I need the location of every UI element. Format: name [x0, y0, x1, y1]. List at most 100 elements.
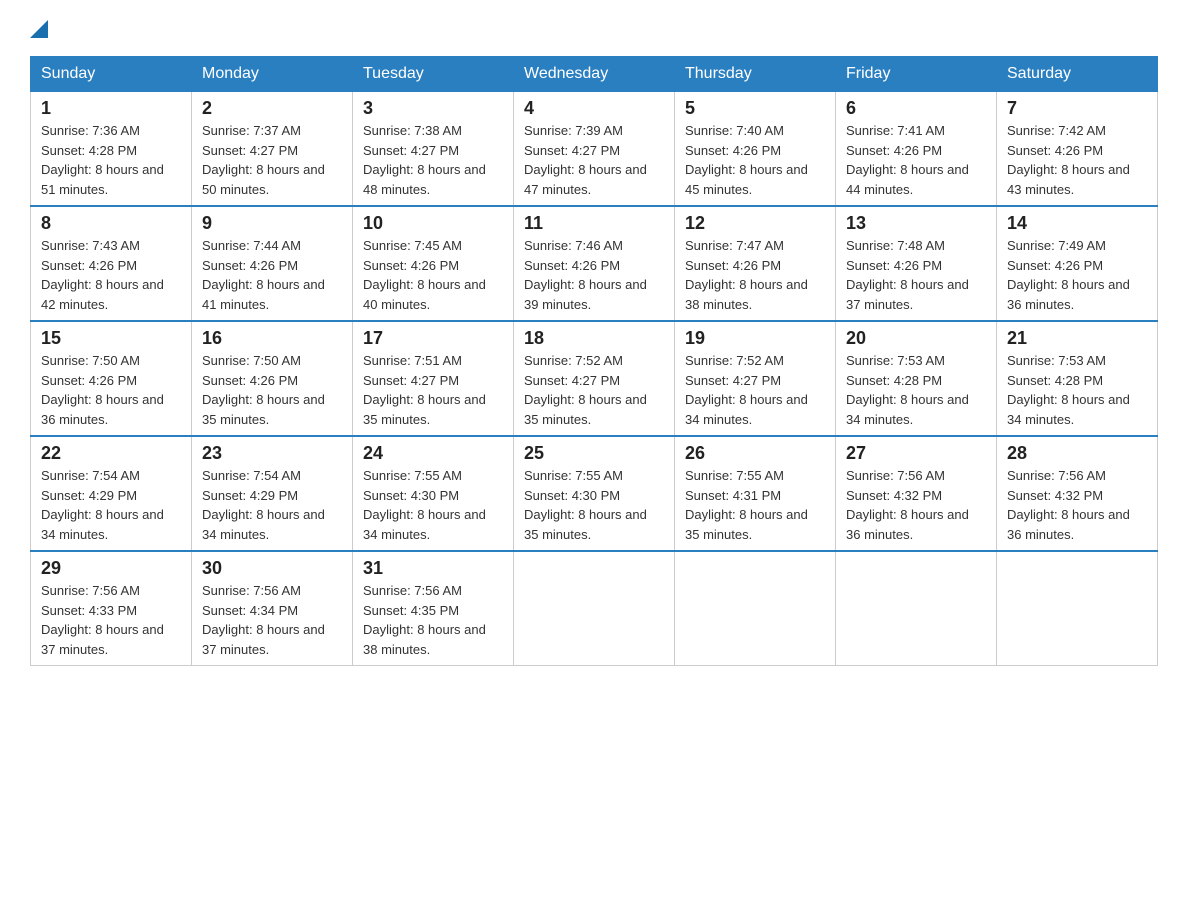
- sunrise-label: Sunrise: 7:46 AM: [524, 238, 623, 253]
- calendar-day-cell: 12 Sunrise: 7:47 AM Sunset: 4:26 PM Dayl…: [675, 206, 836, 321]
- daylight-label: Daylight: 8 hours and 51 minutes.: [41, 162, 164, 197]
- day-number: 4: [524, 98, 664, 119]
- day-number: 6: [846, 98, 986, 119]
- calendar-day-cell: 26 Sunrise: 7:55 AM Sunset: 4:31 PM Dayl…: [675, 436, 836, 551]
- sunset-label: Sunset: 4:29 PM: [202, 488, 298, 503]
- sunrise-label: Sunrise: 7:39 AM: [524, 123, 623, 138]
- calendar-week-row: 15 Sunrise: 7:50 AM Sunset: 4:26 PM Dayl…: [31, 321, 1158, 436]
- daylight-label: Daylight: 8 hours and 34 minutes.: [202, 507, 325, 542]
- day-number: 15: [41, 328, 181, 349]
- sunrise-label: Sunrise: 7:50 AM: [202, 353, 301, 368]
- daylight-label: Daylight: 8 hours and 34 minutes.: [363, 507, 486, 542]
- daylight-label: Daylight: 8 hours and 35 minutes.: [363, 392, 486, 427]
- sunrise-label: Sunrise: 7:41 AM: [846, 123, 945, 138]
- calendar-day-cell: 3 Sunrise: 7:38 AM Sunset: 4:27 PM Dayli…: [353, 92, 514, 207]
- daylight-label: Daylight: 8 hours and 45 minutes.: [685, 162, 808, 197]
- calendar-day-cell: 4 Sunrise: 7:39 AM Sunset: 4:27 PM Dayli…: [514, 92, 675, 207]
- sunrise-label: Sunrise: 7:54 AM: [202, 468, 301, 483]
- weekday-header-saturday: Saturday: [997, 57, 1158, 92]
- day-number: 13: [846, 213, 986, 234]
- calendar-day-cell: 28 Sunrise: 7:56 AM Sunset: 4:32 PM Dayl…: [997, 436, 1158, 551]
- day-number: 17: [363, 328, 503, 349]
- day-info: Sunrise: 7:44 AM Sunset: 4:26 PM Dayligh…: [202, 236, 342, 314]
- sunset-label: Sunset: 4:31 PM: [685, 488, 781, 503]
- day-number: 21: [1007, 328, 1147, 349]
- sunset-label: Sunset: 4:30 PM: [524, 488, 620, 503]
- calendar-day-cell: 18 Sunrise: 7:52 AM Sunset: 4:27 PM Dayl…: [514, 321, 675, 436]
- sunrise-label: Sunrise: 7:47 AM: [685, 238, 784, 253]
- calendar-day-cell: 10 Sunrise: 7:45 AM Sunset: 4:26 PM Dayl…: [353, 206, 514, 321]
- daylight-label: Daylight: 8 hours and 35 minutes.: [685, 507, 808, 542]
- daylight-label: Daylight: 8 hours and 34 minutes.: [846, 392, 969, 427]
- logo-arrow-icon: [30, 20, 48, 38]
- weekday-header-wednesday: Wednesday: [514, 57, 675, 92]
- sunrise-label: Sunrise: 7:56 AM: [846, 468, 945, 483]
- daylight-label: Daylight: 8 hours and 37 minutes.: [202, 622, 325, 657]
- daylight-label: Daylight: 8 hours and 38 minutes.: [685, 277, 808, 312]
- day-info: Sunrise: 7:52 AM Sunset: 4:27 PM Dayligh…: [685, 351, 825, 429]
- sunrise-label: Sunrise: 7:38 AM: [363, 123, 462, 138]
- day-info: Sunrise: 7:56 AM Sunset: 4:32 PM Dayligh…: [1007, 466, 1147, 544]
- daylight-label: Daylight: 8 hours and 35 minutes.: [524, 507, 647, 542]
- calendar-day-cell: 30 Sunrise: 7:56 AM Sunset: 4:34 PM Dayl…: [192, 551, 353, 666]
- daylight-label: Daylight: 8 hours and 37 minutes.: [846, 277, 969, 312]
- sunset-label: Sunset: 4:35 PM: [363, 603, 459, 618]
- sunrise-label: Sunrise: 7:50 AM: [41, 353, 140, 368]
- day-number: 29: [41, 558, 181, 579]
- sunrise-label: Sunrise: 7:40 AM: [685, 123, 784, 138]
- day-info: Sunrise: 7:55 AM Sunset: 4:30 PM Dayligh…: [524, 466, 664, 544]
- sunrise-label: Sunrise: 7:37 AM: [202, 123, 301, 138]
- sunrise-label: Sunrise: 7:49 AM: [1007, 238, 1106, 253]
- sunset-label: Sunset: 4:28 PM: [1007, 373, 1103, 388]
- day-info: Sunrise: 7:48 AM Sunset: 4:26 PM Dayligh…: [846, 236, 986, 314]
- daylight-label: Daylight: 8 hours and 34 minutes.: [41, 507, 164, 542]
- day-info: Sunrise: 7:39 AM Sunset: 4:27 PM Dayligh…: [524, 121, 664, 199]
- sunset-label: Sunset: 4:28 PM: [846, 373, 942, 388]
- sunrise-label: Sunrise: 7:43 AM: [41, 238, 140, 253]
- sunrise-label: Sunrise: 7:55 AM: [363, 468, 462, 483]
- day-info: Sunrise: 7:45 AM Sunset: 4:26 PM Dayligh…: [363, 236, 503, 314]
- sunrise-label: Sunrise: 7:51 AM: [363, 353, 462, 368]
- day-info: Sunrise: 7:52 AM Sunset: 4:27 PM Dayligh…: [524, 351, 664, 429]
- day-info: Sunrise: 7:36 AM Sunset: 4:28 PM Dayligh…: [41, 121, 181, 199]
- sunset-label: Sunset: 4:26 PM: [685, 143, 781, 158]
- daylight-label: Daylight: 8 hours and 36 minutes.: [1007, 507, 1130, 542]
- day-info: Sunrise: 7:53 AM Sunset: 4:28 PM Dayligh…: [1007, 351, 1147, 429]
- daylight-label: Daylight: 8 hours and 48 minutes.: [363, 162, 486, 197]
- calendar-day-cell: 7 Sunrise: 7:42 AM Sunset: 4:26 PM Dayli…: [997, 92, 1158, 207]
- calendar-day-cell: 8 Sunrise: 7:43 AM Sunset: 4:26 PM Dayli…: [31, 206, 192, 321]
- calendar-week-row: 29 Sunrise: 7:56 AM Sunset: 4:33 PM Dayl…: [31, 551, 1158, 666]
- sunrise-label: Sunrise: 7:54 AM: [41, 468, 140, 483]
- sunset-label: Sunset: 4:26 PM: [846, 143, 942, 158]
- day-number: 3: [363, 98, 503, 119]
- day-info: Sunrise: 7:54 AM Sunset: 4:29 PM Dayligh…: [202, 466, 342, 544]
- calendar-day-cell: [514, 551, 675, 666]
- sunset-label: Sunset: 4:26 PM: [41, 258, 137, 273]
- weekday-header-monday: Monday: [192, 57, 353, 92]
- day-number: 31: [363, 558, 503, 579]
- calendar-week-row: 22 Sunrise: 7:54 AM Sunset: 4:29 PM Dayl…: [31, 436, 1158, 551]
- sunrise-label: Sunrise: 7:44 AM: [202, 238, 301, 253]
- day-info: Sunrise: 7:41 AM Sunset: 4:26 PM Dayligh…: [846, 121, 986, 199]
- day-number: 23: [202, 443, 342, 464]
- daylight-label: Daylight: 8 hours and 40 minutes.: [363, 277, 486, 312]
- sunset-label: Sunset: 4:26 PM: [1007, 143, 1103, 158]
- day-info: Sunrise: 7:53 AM Sunset: 4:28 PM Dayligh…: [846, 351, 986, 429]
- calendar-week-row: 8 Sunrise: 7:43 AM Sunset: 4:26 PM Dayli…: [31, 206, 1158, 321]
- day-info: Sunrise: 7:56 AM Sunset: 4:35 PM Dayligh…: [363, 581, 503, 659]
- sunrise-label: Sunrise: 7:36 AM: [41, 123, 140, 138]
- day-info: Sunrise: 7:43 AM Sunset: 4:26 PM Dayligh…: [41, 236, 181, 314]
- sunrise-label: Sunrise: 7:56 AM: [1007, 468, 1106, 483]
- sunset-label: Sunset: 4:28 PM: [41, 143, 137, 158]
- sunrise-label: Sunrise: 7:52 AM: [685, 353, 784, 368]
- daylight-label: Daylight: 8 hours and 50 minutes.: [202, 162, 325, 197]
- calendar-day-cell: 25 Sunrise: 7:55 AM Sunset: 4:30 PM Dayl…: [514, 436, 675, 551]
- calendar-day-cell: 21 Sunrise: 7:53 AM Sunset: 4:28 PM Dayl…: [997, 321, 1158, 436]
- day-number: 5: [685, 98, 825, 119]
- sunset-label: Sunset: 4:27 PM: [524, 143, 620, 158]
- daylight-label: Daylight: 8 hours and 35 minutes.: [202, 392, 325, 427]
- sunrise-label: Sunrise: 7:48 AM: [846, 238, 945, 253]
- daylight-label: Daylight: 8 hours and 39 minutes.: [524, 277, 647, 312]
- daylight-label: Daylight: 8 hours and 36 minutes.: [41, 392, 164, 427]
- sunset-label: Sunset: 4:27 PM: [363, 373, 459, 388]
